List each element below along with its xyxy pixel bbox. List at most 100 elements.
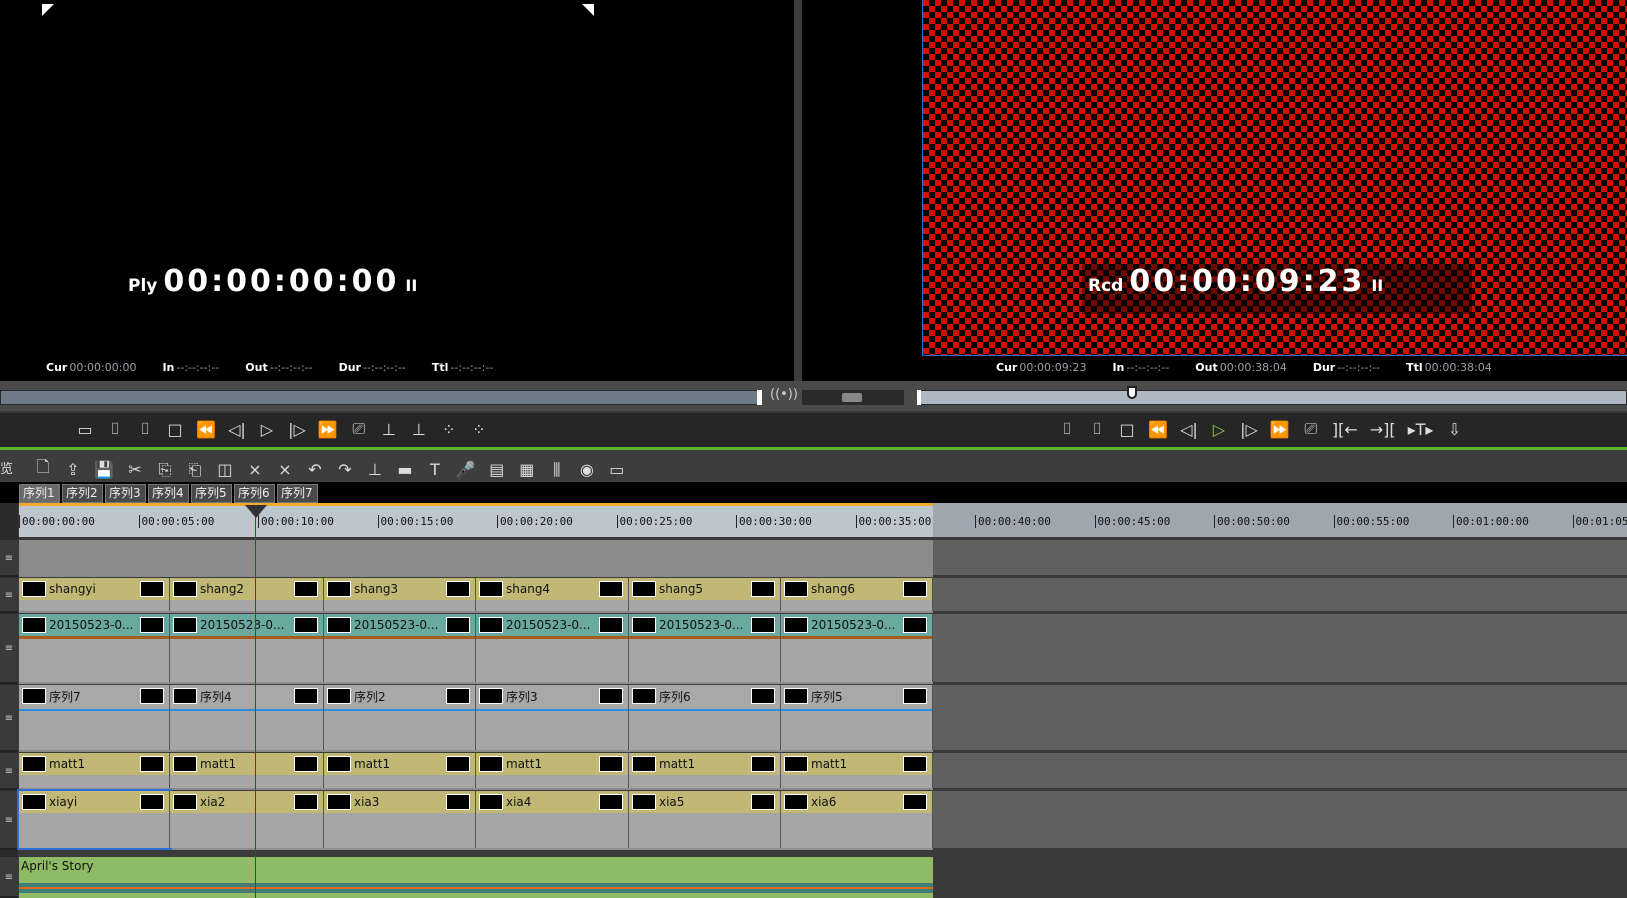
timeline-clip[interactable]: xia4 [476, 791, 629, 848]
timeline-clip[interactable]: xiayi [17, 789, 172, 850]
tab-sequence-6[interactable]: 序列6 [234, 484, 275, 503]
timeline-clip[interactable]: 序列6 [629, 685, 781, 750]
track-header[interactable]: ≡ [0, 578, 18, 613]
toolbar-button-icon[interactable]: |▷ [288, 420, 306, 439]
timeline-clip[interactable]: 20150523-0... [781, 614, 933, 682]
toolbar-button-icon[interactable]: □ [1118, 420, 1136, 439]
toolbar-button-icon[interactable]: ⌷ [1058, 419, 1076, 439]
toolbar-button-icon[interactable]: ⏪ [1148, 420, 1168, 439]
timeline-clip[interactable]: shang4 [476, 578, 629, 611]
timeline-clip[interactable]: shangyi [19, 578, 170, 611]
timeline-clip[interactable]: 20150523-0... [629, 614, 781, 682]
recorder-scrub-bar[interactable] [917, 390, 1627, 405]
timeline-clip[interactable]: 20150523-0... [476, 614, 629, 682]
toolbar-button-icon[interactable]: ▭ [608, 460, 626, 479]
tab-sequence-2[interactable]: 序列2 [62, 484, 103, 503]
link-monitors-icon[interactable]: ((•)) [770, 387, 798, 402]
toolbar-button-icon[interactable]: 💾 [94, 460, 114, 479]
timeline-clip[interactable]: 序列3 [476, 685, 629, 750]
keyframe-line[interactable] [170, 709, 323, 711]
toolbar-button-icon[interactable]: →][ [1370, 420, 1396, 439]
volume-line[interactable] [19, 887, 933, 889]
player-scrub-bar[interactable] [0, 390, 760, 405]
toolbar-button-icon[interactable]: ↶ [306, 460, 324, 479]
toolbar-button-icon[interactable]: ▬ [396, 460, 414, 479]
toolbar-button-icon[interactable]: ⎘ [156, 460, 174, 480]
keyframe-line[interactable] [629, 709, 780, 711]
timeline-clip[interactable]: 序列5 [781, 685, 933, 750]
track-header[interactable]: ≡ [0, 614, 18, 684]
toolbar-button-icon[interactable]: × [246, 460, 264, 479]
monitor-divider[interactable] [794, 0, 802, 381]
recorder-scrub-handle[interactable] [1127, 386, 1137, 399]
timeline-clip[interactable]: matt1 [629, 753, 781, 788]
toolbar-button-icon[interactable]: ⏪ [196, 420, 216, 439]
track-header[interactable]: ≡ [0, 791, 18, 850]
toolbar-button-icon[interactable]: ▷ [1210, 420, 1228, 439]
toolbar-button-icon[interactable]: T [426, 460, 444, 479]
timeline-clip[interactable]: matt1 [781, 753, 933, 788]
tab-sequence-4[interactable]: 序列4 [148, 484, 189, 503]
toolbar-button-icon[interactable]: ▷ [258, 420, 276, 439]
toolbar-button-icon[interactable]: ⎗ [186, 460, 204, 480]
toolbar-button-icon[interactable]: ⁘ [470, 420, 488, 439]
timeline-clip[interactable]: shang2 [170, 578, 324, 611]
toolbar-button-icon[interactable]: □ [166, 420, 184, 439]
timeline-clip[interactable]: shang5 [629, 578, 781, 611]
audio-clip[interactable]: April's Story [19, 857, 933, 898]
toolbar-button-icon[interactable]: ▭ [76, 420, 94, 439]
browse-tab[interactable]: 览 [0, 458, 13, 477]
toolbar-button-icon[interactable]: 🎤 [456, 460, 476, 479]
track-header[interactable]: ≡ [0, 857, 18, 898]
toolbar-button-icon[interactable]: ◁| [228, 420, 246, 439]
toolbar-button-icon[interactable]: |▷ [1240, 420, 1258, 439]
timeline-clip[interactable]: 20150523-0... [324, 614, 476, 682]
keyframe-line[interactable] [781, 709, 932, 711]
timeline-clip[interactable]: matt1 [476, 753, 629, 788]
toolbar-button-icon[interactable]: ⁘ [440, 420, 458, 439]
playhead-handle[interactable] [245, 505, 267, 518]
toolbar-button-icon[interactable]: ⊥ [410, 420, 428, 439]
toolbar-button-icon[interactable]: ▸T▸ [1408, 420, 1434, 439]
player-scrub-handle[interactable] [757, 390, 762, 405]
timeline-clip[interactable]: xia6 [781, 791, 933, 848]
toolbar-button-icon[interactable]: ⇩ [1445, 420, 1463, 439]
tab-sequence-3[interactable]: 序列3 [105, 484, 146, 503]
timeline-clip[interactable]: shang3 [324, 578, 476, 611]
timeline-clip[interactable]: shang6 [781, 578, 933, 611]
timeline-clip[interactable]: xia3 [324, 791, 476, 848]
playhead[interactable] [255, 515, 256, 898]
toolbar-button-icon[interactable]: ⎚ [1302, 419, 1320, 439]
toolbar-button-icon[interactable]: ⌷ [106, 419, 124, 439]
timeline-clip[interactable]: xia5 [629, 791, 781, 848]
zoom-slider-thumb[interactable] [842, 393, 862, 402]
timeline-clip[interactable]: matt1 [170, 753, 324, 788]
keyframe-line[interactable] [324, 709, 475, 711]
tab-sequence-7[interactable]: 序列7 [277, 484, 318, 503]
timeline-clip[interactable]: 序列2 [324, 685, 476, 750]
toolbar-button-icon[interactable]: ⌷ [1088, 419, 1106, 439]
toolbar-button-icon[interactable]: ⌷ [136, 419, 154, 439]
toolbar-button-icon[interactable]: ⎚ [350, 419, 368, 439]
timeline-clip[interactable]: 序列7 [19, 685, 170, 750]
toolbar-button-icon[interactable]: ◁| [1180, 420, 1198, 439]
keyframe-line[interactable] [476, 709, 628, 711]
timeline-clip[interactable]: 20150523-0... [19, 614, 170, 682]
toolbar-button-icon[interactable]: ⏩ [1270, 420, 1290, 439]
timeline-clip[interactable]: matt1 [324, 753, 476, 788]
toolbar-button-icon[interactable]: ⊥ [380, 420, 398, 439]
toolbar-button-icon[interactable]: ↷ [336, 460, 354, 479]
keyframe-line[interactable] [19, 709, 169, 711]
toolbar-button-icon[interactable]: ⇪ [64, 460, 82, 479]
toolbar-button-icon[interactable]: ⫼ [548, 460, 566, 480]
toolbar-button-icon[interactable]: ⊥ [366, 460, 384, 479]
toolbar-button-icon[interactable]: ▤ [488, 460, 506, 479]
timeline-clip[interactable]: xia2 [170, 791, 324, 848]
tab-sequence-1[interactable]: 序列1 [19, 484, 60, 503]
timeline-clip[interactable]: 序列4 [170, 685, 324, 750]
timeline-clip[interactable]: matt1 [19, 753, 170, 788]
toolbar-button-icon[interactable]: ][← [1332, 420, 1358, 439]
toolbar-button-icon[interactable]: ▦ [518, 460, 536, 479]
timeline-clip[interactable]: 20150523-0... [170, 614, 324, 682]
toolbar-button-icon[interactable]: ◫ [216, 460, 234, 479]
